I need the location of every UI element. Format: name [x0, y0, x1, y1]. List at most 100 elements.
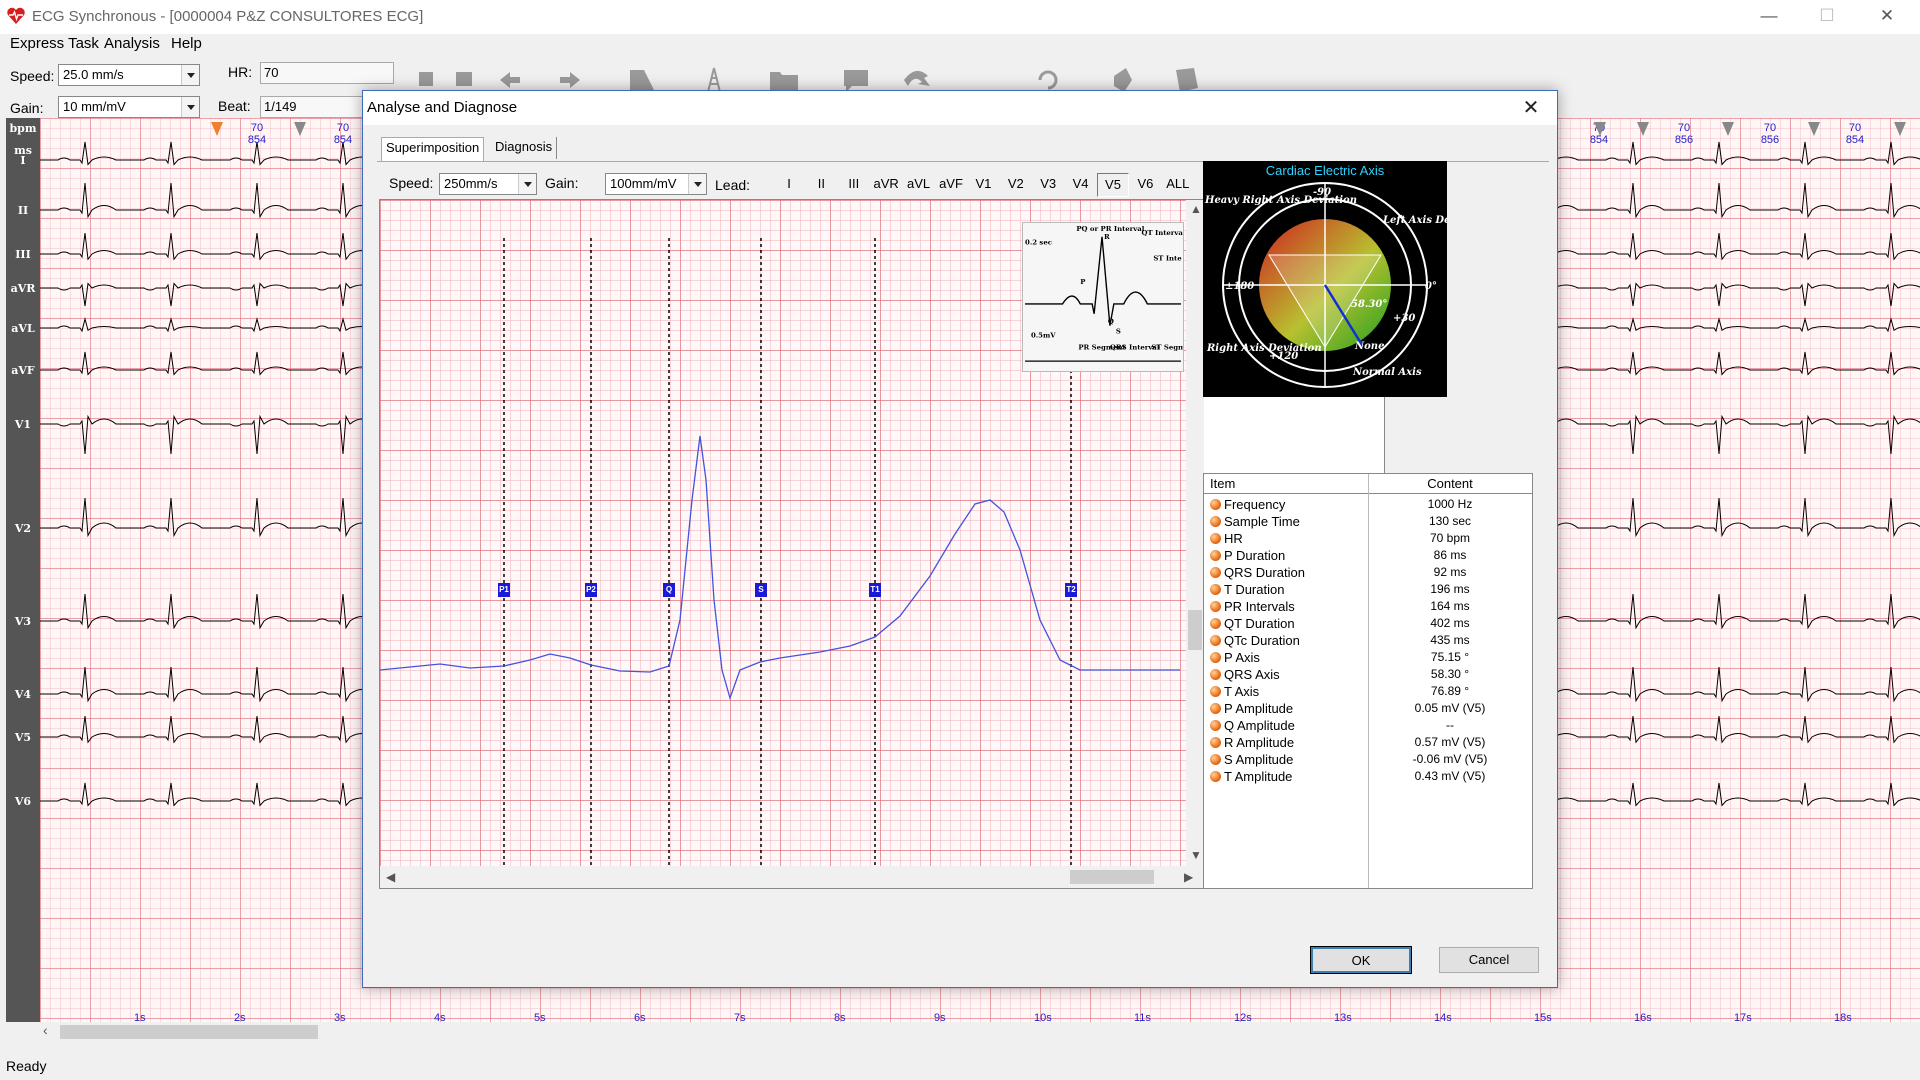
table-row[interactable]: R Amplitude 0.57 mV (V5)	[1204, 734, 1532, 751]
beat-triangle-icon[interactable]	[1637, 122, 1649, 136]
close-button[interactable]: ✕	[1858, 0, 1916, 34]
table-row[interactable]: Frequency 1000 Hz	[1204, 496, 1532, 513]
table-row[interactable]: T Duration 196 ms	[1204, 581, 1532, 598]
table-row[interactable]: T Amplitude 0.43 mV (V5)	[1204, 768, 1532, 785]
app-window: ECG Synchronous - [0000004 P&Z CONSULTOR…	[0, 0, 1920, 1080]
row-content: 164 ms	[1430, 599, 1470, 613]
axis-label: Right Axis Deviation	[1206, 343, 1322, 354]
beat-triangle-icon[interactable]	[211, 122, 223, 136]
bullet-icon	[1210, 533, 1221, 544]
table-row[interactable]: QT Duration 402 ms	[1204, 615, 1532, 632]
row-content: 196 ms	[1430, 582, 1470, 596]
tab-diagnosis[interactable]: Diagnosis	[491, 137, 558, 159]
horizontal-scrollbar[interactable]: ‹	[40, 1022, 1920, 1042]
lead-button-avf[interactable]: aVF	[935, 173, 967, 197]
table-row[interactable]: Q Amplitude --	[1204, 717, 1532, 734]
scroll-thumb[interactable]	[1188, 610, 1202, 650]
table-row[interactable]: QRS Axis 58.30 °	[1204, 666, 1532, 683]
table-row[interactable]: HR 70 bpm	[1204, 530, 1532, 547]
table-row[interactable]: P Axis 75.15 °	[1204, 649, 1532, 666]
menu-help[interactable]: Help	[171, 35, 202, 52]
bullet-icon	[1210, 771, 1221, 782]
scroll-thumb[interactable]	[60, 1025, 318, 1039]
marker-q[interactable]: Q	[663, 583, 675, 597]
heart-icon	[7, 7, 25, 24]
lead-button-v1[interactable]: V1	[967, 173, 999, 197]
minimize-button[interactable]: —	[1740, 0, 1798, 34]
beat-triangle-icon[interactable]	[1594, 122, 1606, 136]
lead-button-iii[interactable]: III	[838, 173, 870, 197]
table-row[interactable]: QTc Duration 435 ms	[1204, 632, 1532, 649]
status-bar: Ready	[0, 1052, 1920, 1080]
marker-p1[interactable]: P1	[498, 583, 510, 597]
beat-triangle-icon[interactable]	[1894, 122, 1906, 136]
maximize-button[interactable]: ☐	[1798, 0, 1856, 34]
dialog-body: Superimposition Diagnosis Speed: 250mm/s…	[363, 125, 1557, 987]
gain-select[interactable]: 10 mm/mV	[58, 96, 200, 118]
chevron-down-icon[interactable]	[181, 65, 199, 85]
lead-button-i[interactable]: I	[773, 173, 805, 197]
lead-button-all[interactable]: ALL	[1162, 173, 1194, 197]
lead-button-v6[interactable]: V6	[1129, 173, 1161, 197]
table-row[interactable]: PR Intervals 164 ms	[1204, 598, 1532, 615]
chevron-left-icon[interactable]: ◀	[386, 870, 395, 884]
dlg-gain-select[interactable]: 100mm/mV	[605, 173, 707, 195]
hr-label: HR:	[228, 64, 253, 80]
bullet-icon	[1210, 567, 1221, 578]
table-row[interactable]: T Axis 76.89 °	[1204, 683, 1532, 700]
lead-label-v2: V2	[14, 522, 32, 535]
ok-button[interactable]: OK	[1310, 946, 1412, 974]
lead-button-avr[interactable]: aVR	[870, 173, 902, 197]
marker-t2[interactable]: T2	[1065, 583, 1077, 597]
row-content: -0.06 mV (V5)	[1412, 752, 1488, 766]
table-row[interactable]: QRS Duration 92 ms	[1204, 564, 1532, 581]
chevron-left-icon[interactable]: ‹	[43, 1022, 48, 1038]
beat-value: 1/149	[264, 99, 297, 114]
window-title: ECG Synchronous - [0000004 P&Z CONSULTOR…	[32, 8, 424, 25]
menu-analysis[interactable]: Analysis	[104, 35, 160, 52]
bullet-icon	[1210, 754, 1221, 765]
chevron-down-icon[interactable]: ▼	[1190, 848, 1202, 862]
table-row[interactable]: Sample Time 130 sec	[1204, 513, 1532, 530]
table-row[interactable]: P Duration 86 ms	[1204, 547, 1532, 564]
chevron-down-icon[interactable]	[181, 97, 199, 117]
marker-p2[interactable]: P2	[585, 583, 597, 597]
axis-title: Cardiac Electric Axis	[1265, 163, 1385, 178]
table-row[interactable]: S Amplitude -0.06 mV (V5)	[1204, 751, 1532, 768]
row-content: 402 ms	[1430, 616, 1470, 630]
chevron-up-icon[interactable]: ▲	[1190, 202, 1202, 216]
lead-button-v4[interactable]: V4	[1065, 173, 1097, 197]
scroll-thumb[interactable]	[1070, 870, 1154, 884]
marker-s[interactable]: S	[755, 583, 767, 597]
tab-superimposition[interactable]: Superimposition	[381, 137, 485, 161]
table-row[interactable]: P Amplitude 0.05 mV (V5)	[1204, 700, 1532, 717]
chevron-right-icon[interactable]: ▶	[1184, 870, 1193, 884]
beat-triangle-icon[interactable]	[294, 122, 306, 136]
vertical-scrollbar[interactable]: ▲ ▼	[1186, 200, 1204, 866]
marker-t1[interactable]: T1	[869, 583, 881, 597]
lead-label-v4: V4	[14, 688, 32, 701]
bullet-icon	[1210, 686, 1221, 697]
lead-button-v5[interactable]: V5	[1097, 173, 1129, 197]
horizontal-scrollbar[interactable]: ◀ ▶	[380, 866, 1204, 888]
beat-triangle-icon[interactable]	[1722, 122, 1734, 136]
lead-label-avl: aVL	[11, 322, 35, 335]
beat-triangle-icon[interactable]	[1808, 122, 1820, 136]
menu-express-task[interactable]: Express Task	[10, 35, 99, 52]
axis-label: Normal Axis	[1352, 367, 1422, 378]
lead-button-avl[interactable]: aVL	[903, 173, 935, 197]
gain-value: 10 mm/mV	[63, 99, 126, 114]
lead-button-v2[interactable]: V2	[1000, 173, 1032, 197]
lead-button-ii[interactable]: II	[805, 173, 837, 197]
axis-label: 0°	[1425, 281, 1437, 292]
row-content: 0.05 mV (V5)	[1414, 701, 1486, 715]
hr-value: 70	[264, 65, 279, 80]
lead-label-i: I	[20, 154, 26, 167]
dlg-speed-select[interactable]: 250mm/s	[439, 173, 537, 195]
speed-select[interactable]: 25.0 mm/s	[58, 64, 200, 86]
chevron-down-icon[interactable]	[688, 174, 706, 194]
dialog-close-button[interactable]: ✕	[1511, 91, 1551, 125]
cancel-button[interactable]: Cancel	[1439, 947, 1539, 973]
lead-button-v3[interactable]: V3	[1032, 173, 1064, 197]
chevron-down-icon[interactable]	[518, 174, 536, 194]
